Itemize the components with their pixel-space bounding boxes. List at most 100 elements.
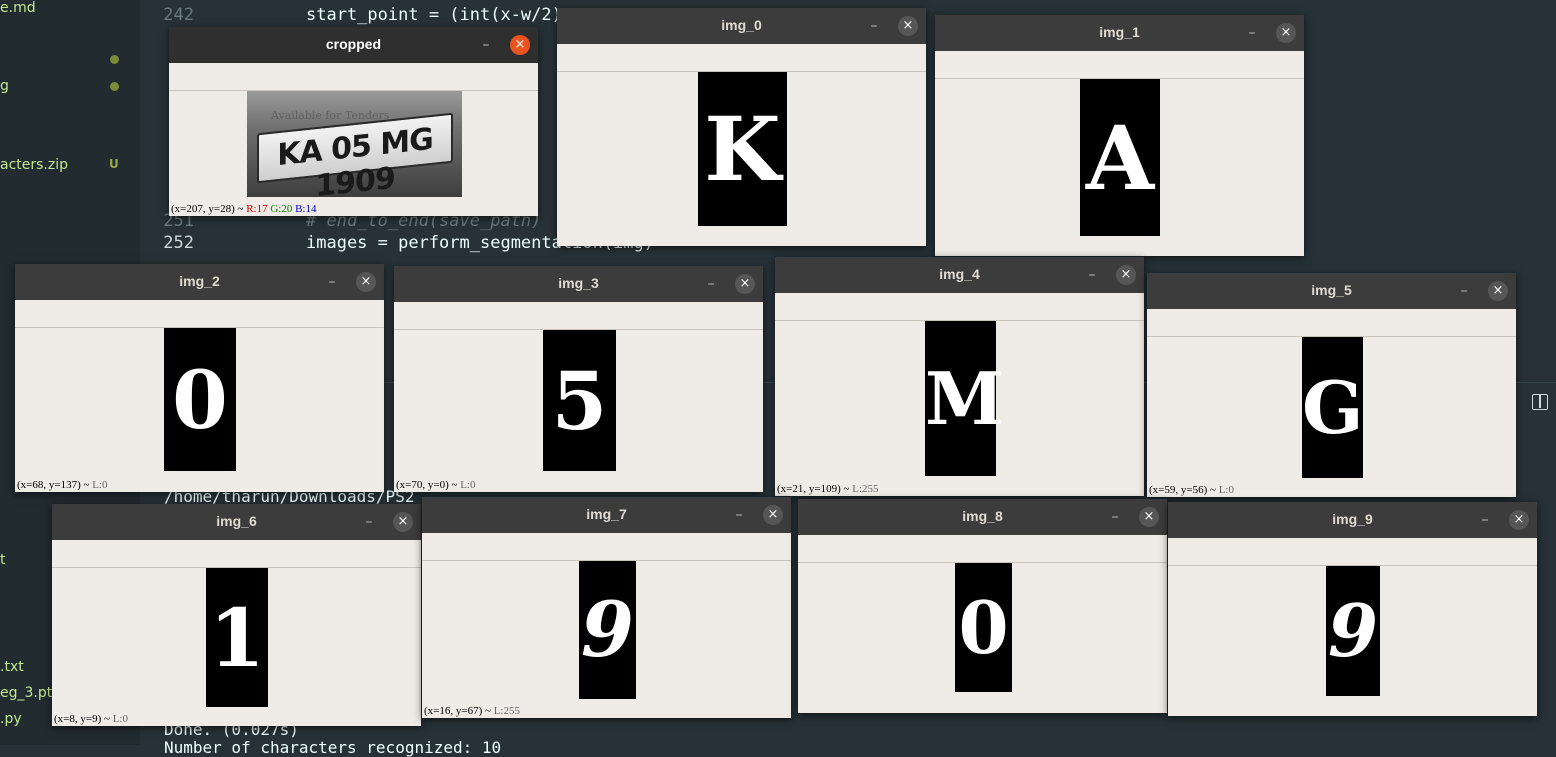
character-glyph: 9	[1327, 588, 1379, 673]
pixel-status-bar: (x=70, y=0) ~ L:0	[396, 479, 475, 491]
close-button[interactable]: ×	[1509, 510, 1529, 530]
line-number: 242	[163, 5, 194, 25]
img-3-window[interactable]: img_3 – × 5 (x=70, y=0) ~ L:0	[394, 266, 763, 492]
minimize-button[interactable]: –	[729, 505, 749, 525]
close-button[interactable]: ×	[356, 272, 376, 292]
img-4-window[interactable]: img_4 – × M (x=21, y=109) ~ L:255	[775, 257, 1144, 496]
character-glyph: 1	[209, 590, 265, 685]
sidebar-file[interactable]: .py	[0, 711, 22, 727]
pixel-status-bar: (x=68, y=137) ~ L:0	[17, 479, 107, 491]
img-7-window[interactable]: img_7 – × 9 (x=16, y=67) ~ L:255	[422, 497, 791, 718]
close-button[interactable]: ×	[1139, 507, 1159, 527]
pixel-status-bar: (x=8, y=9) ~ L:0	[54, 713, 128, 725]
code-line[interactable]: start_point = (int(x-w/2)	[306, 5, 562, 25]
close-button[interactable]: ×	[393, 512, 413, 532]
close-button[interactable]: ×	[763, 505, 783, 525]
img-8-window[interactable]: img_8 – × 0	[798, 499, 1167, 713]
sidebar-file[interactable]: eg_3.pt	[0, 685, 52, 701]
img-1-window[interactable]: img_1 – × A	[935, 15, 1304, 256]
character-glyph: G	[1302, 364, 1364, 450]
sidebar-file[interactable]: .txt	[0, 659, 24, 675]
character-image: 9	[1326, 566, 1380, 696]
close-button[interactable]: ×	[510, 35, 530, 55]
minimize-button[interactable]: –	[476, 35, 496, 55]
minimize-button[interactable]: –	[701, 274, 721, 294]
status-green: G:20	[270, 203, 293, 215]
license-plate: KA 05 MG 1909	[257, 112, 453, 197]
character-image: G	[1302, 337, 1364, 478]
character-glyph: 0	[172, 352, 228, 447]
window-titlebar[interactable]: img_5 – ×	[1147, 273, 1516, 309]
close-button[interactable]: ×	[735, 274, 755, 294]
character-image: 0	[164, 328, 236, 471]
character-glyph: 0	[958, 584, 1009, 670]
window-titlebar[interactable]: img_9 – ×	[1168, 502, 1537, 538]
status-coords: (x=207, y=28) ~	[171, 203, 244, 215]
img-0-window[interactable]: img_0 – × K	[557, 8, 926, 246]
pixel-status-bar: (x=16, y=67) ~ L:255	[424, 705, 520, 717]
close-button[interactable]: ×	[1116, 265, 1136, 285]
character-glyph: A	[1085, 105, 1155, 210]
sidebar-file[interactable]: t	[0, 552, 6, 568]
status-level: L:0	[112, 713, 128, 725]
status-level: L:255	[493, 705, 520, 717]
character-glyph: 5	[551, 353, 608, 448]
close-button[interactable]: ×	[1276, 23, 1296, 43]
minimize-button[interactable]: –	[864, 16, 884, 36]
status-blue: B:14	[295, 203, 317, 215]
close-button[interactable]: ×	[898, 16, 918, 36]
window-titlebar[interactable]: img_6 – ×	[52, 504, 421, 540]
sidebar-file-label: t	[0, 552, 6, 568]
status-coords: (x=59, y=56) ~	[1149, 484, 1216, 496]
window-titlebar[interactable]: img_3 – ×	[394, 266, 763, 302]
pixel-status-bar: (x=207, y=28) ~ R:17 G:20 B:14	[171, 203, 317, 215]
line-number: 252	[163, 233, 194, 253]
minimize-button[interactable]: –	[1082, 265, 1102, 285]
minimize-button[interactable]: –	[1475, 510, 1495, 530]
git-modified-dot	[110, 55, 119, 64]
img-9-window[interactable]: img_9 – × 9	[1168, 502, 1537, 716]
window-titlebar[interactable]: img_0 – ×	[557, 8, 926, 44]
split-editor-icon[interactable]	[1532, 394, 1548, 410]
character-image: 9	[579, 561, 636, 699]
character-image: A	[1080, 79, 1160, 236]
sidebar-file[interactable]: g	[0, 78, 9, 94]
window-titlebar[interactable]: img_2 – ×	[15, 264, 384, 300]
minimize-button[interactable]: –	[359, 512, 379, 532]
sidebar-file-label: eg_3.pt	[0, 685, 53, 701]
git-modified-dot	[110, 82, 119, 91]
sidebar-file[interactable]: e.md	[0, 0, 36, 16]
character-glyph: 9	[581, 585, 634, 674]
window-titlebar[interactable]: img_7 – ×	[422, 497, 791, 533]
sidebar-file[interactable]: acters.zip	[0, 157, 68, 173]
img-6-window[interactable]: img_6 – × 1 (x=8, y=9) ~ L:0	[52, 504, 421, 726]
minimize-button[interactable]: –	[1242, 23, 1262, 43]
status-coords: (x=70, y=0) ~	[396, 479, 458, 491]
status-level: L:0	[460, 479, 476, 491]
sidebar-file-label: acters.zip	[0, 157, 69, 173]
character-image: 0	[955, 563, 1012, 692]
window-titlebar[interactable]: img_1 – ×	[935, 15, 1304, 51]
minimize-button[interactable]: –	[322, 272, 342, 292]
window-titlebar[interactable]: cropped – ×	[169, 27, 538, 63]
minimize-button[interactable]: –	[1454, 281, 1474, 301]
status-level: L:0	[1218, 484, 1234, 496]
close-button[interactable]: ×	[1488, 281, 1508, 301]
status-coords: (x=21, y=109) ~	[777, 483, 850, 495]
pixel-status-bar: (x=21, y=109) ~ L:255	[777, 483, 878, 495]
status-coords: (x=8, y=9) ~	[54, 713, 110, 725]
minimize-button[interactable]: –	[1105, 507, 1125, 527]
pixel-status-bar: (x=59, y=56) ~ L:0	[1149, 484, 1234, 496]
cropped-window[interactable]: cropped – × Available for Tenders KA 05 …	[169, 27, 538, 216]
sidebar-file-label: .txt	[0, 659, 24, 675]
terminal-line: Number of characters recognized: 10	[164, 738, 502, 757]
img-2-window[interactable]: img_2 – × 0 (x=68, y=137) ~ L:0	[15, 264, 384, 492]
character-glyph: K	[704, 97, 781, 201]
window-titlebar[interactable]: img_4 – ×	[775, 257, 1144, 293]
status-level: L:255	[852, 483, 879, 495]
character-image: 1	[206, 568, 268, 707]
status-coords: (x=16, y=67) ~	[424, 705, 491, 717]
plate-watermark-text: Available for Tenders	[271, 109, 390, 122]
window-titlebar[interactable]: img_8 – ×	[798, 499, 1167, 535]
img-5-window[interactable]: img_5 – × G (x=59, y=56) ~ L:0	[1147, 273, 1516, 497]
